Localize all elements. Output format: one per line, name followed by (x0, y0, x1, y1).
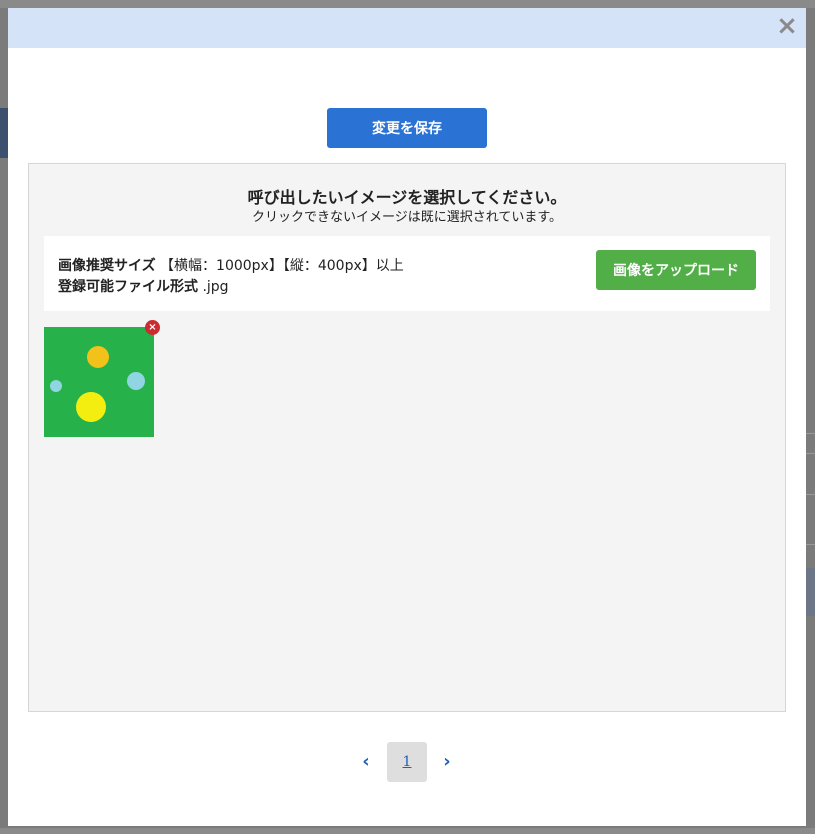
chevron-right-icon[interactable]: › (437, 752, 457, 772)
image-thumbnail[interactable] (44, 327, 154, 437)
save-changes-button[interactable]: 変更を保存 (327, 108, 487, 148)
background-topbar (0, 0, 815, 8)
panel-title: 呼び出したいイメージを選択してください。 (247, 188, 567, 207)
upload-info-box: 画像推奨サイズ 【横幅：1000px】【縦：400px】以上 登録可能ファイル形… (44, 236, 770, 311)
close-icon[interactable]: × (776, 13, 798, 39)
background-right-tab (806, 568, 815, 616)
file-format-label: 登録可能ファイル形式 (58, 279, 198, 295)
background-bottom (0, 828, 815, 834)
recommended-size-value: 【横幅：1000px】【縦：400px】以上 (160, 258, 404, 274)
delete-icon[interactable]: × (145, 320, 160, 335)
background-divider (806, 544, 815, 545)
background-divider (806, 433, 815, 434)
background-divider (806, 453, 815, 454)
recommended-size-label: 画像推奨サイズ (58, 258, 156, 274)
file-format-value: .jpg (202, 279, 229, 295)
panel-subtitle: クリックできないイメージは既に選択されています。 (251, 210, 563, 225)
image-selection-panel: 呼び出したいイメージを選択してください。 クリックできないイメージは既に選択され… (28, 163, 786, 712)
upload-image-button[interactable]: 画像をアップロード (596, 250, 756, 290)
pagination: ‹ 1 › (8, 742, 806, 782)
background-sidebar-tab (0, 108, 8, 158)
thumbnail-image (44, 327, 154, 437)
image-select-modal: × 変更を保存 呼び出したいイメージを選択してください。 クリックできないイメー… (8, 8, 806, 826)
file-format-line: 登録可能ファイル形式 .jpg (58, 276, 229, 296)
chevron-left-icon[interactable]: ‹ (356, 752, 376, 772)
background-divider (806, 494, 815, 495)
recommended-size-line: 画像推奨サイズ 【横幅：1000px】【縦：400px】以上 (58, 255, 404, 275)
page-link-current[interactable]: 1 (387, 742, 427, 782)
modal-header: × (8, 8, 806, 48)
